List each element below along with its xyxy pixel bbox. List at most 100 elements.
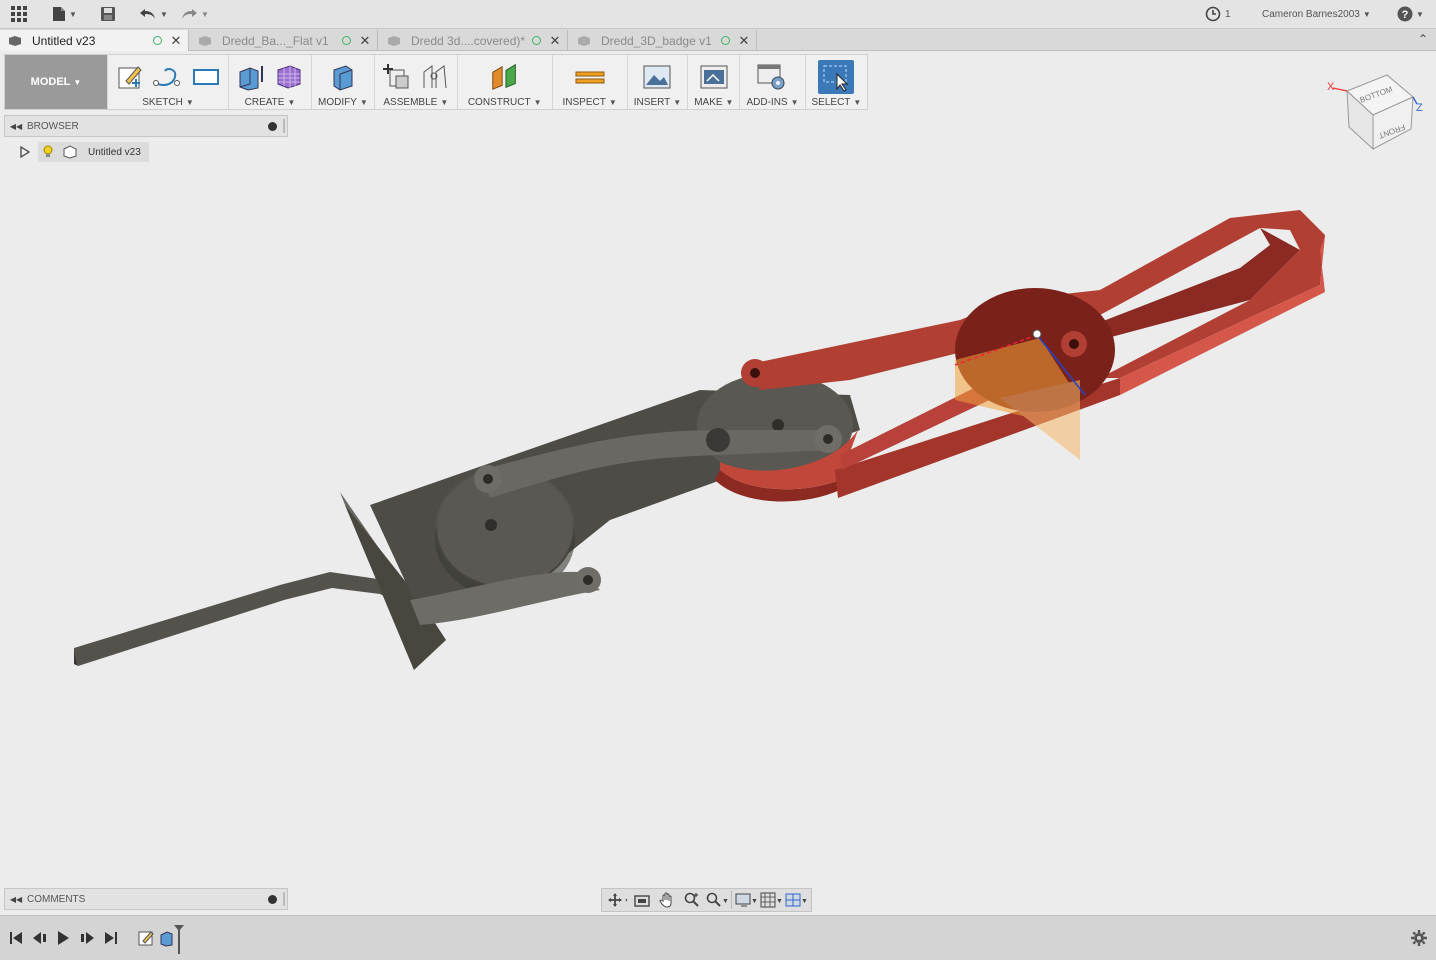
- close-icon[interactable]: ✕: [738, 33, 750, 49]
- browser-tree-root[interactable]: Untitled v23: [18, 142, 149, 162]
- grid-settings-button[interactable]: ▼: [760, 890, 782, 910]
- model-canvas[interactable]: [0, 51, 1436, 915]
- collapse-tabs-chevron-up-icon[interactable]: ⌃: [1418, 32, 1428, 46]
- display-settings-button[interactable]: ▼: [735, 890, 757, 910]
- extrude-feature-icon: [160, 931, 173, 947]
- nav-divider: [731, 891, 732, 909]
- user-menu[interactable]: Cameron Barnes2003 ▼: [1262, 4, 1371, 24]
- addins-menu[interactable]: ADD-INS ▼: [746, 97, 798, 108]
- inspect-menu[interactable]: INSPECT ▼: [563, 97, 617, 108]
- zoom-window-icon: ▼: [706, 892, 728, 907]
- joint-button[interactable]: [419, 61, 451, 93]
- measure-icon: [575, 71, 605, 84]
- redo-button[interactable]: ▼: [180, 4, 209, 24]
- tab-untitled-v23[interactable]: Untitled v23 ✕: [0, 30, 189, 51]
- main-toolbar: MODEL ▼ SKETCH ▼ CREATE ▼ MODIFY ▼ ASSEM…: [4, 54, 869, 110]
- image-icon: [643, 65, 671, 89]
- save-button[interactable]: [100, 4, 116, 24]
- construct-group: CONSTRUCT ▼: [456, 55, 552, 109]
- data-panel-button[interactable]: [10, 4, 28, 24]
- sketch-menu[interactable]: SKETCH ▼: [142, 97, 193, 108]
- document-tab-strip: Untitled v23 ✕ Dredd_Ba..._Flat v1 ✕ Dre…: [0, 29, 1436, 51]
- redo-icon: [182, 9, 197, 19]
- play-icon: [58, 931, 69, 945]
- look-at-icon: [634, 895, 650, 907]
- sync-status-icon: [532, 36, 541, 45]
- select-menu[interactable]: SELECT ▼: [812, 97, 862, 108]
- sync-status-icon: [153, 36, 162, 45]
- 3d-print-button[interactable]: [698, 61, 730, 93]
- user-name: Cameron Barnes2003: [1262, 8, 1360, 20]
- insert-image-button[interactable]: [641, 61, 673, 93]
- job-status-button[interactable]: 1: [1205, 4, 1231, 24]
- select-button[interactable]: [818, 60, 855, 94]
- make-menu[interactable]: MAKE ▼: [694, 97, 733, 108]
- chevron-down-icon: ▼: [69, 9, 77, 19]
- go-to-end-button[interactable]: [101, 928, 121, 948]
- close-icon[interactable]: ✕: [549, 33, 561, 49]
- line-button[interactable]: [152, 61, 184, 93]
- canvas-viewport[interactable]: BOTTOM FRONT X Z: [0, 51, 1436, 915]
- collapse-panel-icon[interactable]: ◀◀: [5, 895, 27, 904]
- clock-icon: [1205, 6, 1221, 22]
- rectangle-button[interactable]: [190, 61, 222, 93]
- addins-group: ADD-INS ▼: [739, 55, 804, 109]
- workspace-switcher[interactable]: MODEL ▼: [5, 55, 107, 109]
- offset-plane-button[interactable]: [489, 61, 521, 93]
- browser-panel-header[interactable]: ◀◀ BROWSER: [4, 115, 288, 137]
- look-at-button[interactable]: [631, 890, 653, 910]
- panel-resize-handle[interactable]: [283, 892, 285, 906]
- assemble-menu[interactable]: ASSEMBLE ▼: [383, 97, 448, 108]
- undo-button[interactable]: ▼: [139, 4, 168, 24]
- collapse-panel-icon[interactable]: ◀◀: [5, 122, 27, 131]
- new-component-button[interactable]: [381, 61, 413, 93]
- component-outline-icon: [63, 145, 77, 159]
- file-menu-button[interactable]: ▼: [52, 4, 77, 24]
- svg-text:▼: ▼: [722, 898, 728, 905]
- form-button[interactable]: [273, 61, 305, 93]
- tab-dredd-badge-flat[interactable]: Dredd_Ba..._Flat v1 ✕: [190, 30, 378, 51]
- zoom-icon: [684, 892, 699, 907]
- fit-button[interactable]: ▼: [706, 890, 728, 910]
- close-icon[interactable]: ✕: [170, 33, 182, 49]
- lightbulb-icon[interactable]: [42, 145, 54, 159]
- play-button[interactable]: [53, 928, 73, 948]
- construct-menu[interactable]: CONSTRUCT ▼: [468, 97, 542, 108]
- view-cube[interactable]: BOTTOM FRONT X Z: [1325, 71, 1425, 161]
- measure-button[interactable]: [574, 61, 606, 93]
- component-icon: [9, 35, 21, 46]
- insert-menu[interactable]: INSERT ▼: [634, 97, 681, 108]
- comments-panel-header[interactable]: ◀◀ COMMENTS: [4, 888, 288, 910]
- orbit-button[interactable]: ▼: [606, 890, 628, 910]
- create-sketch-button[interactable]: [114, 61, 146, 93]
- close-icon[interactable]: ✕: [359, 33, 371, 49]
- select-group: SELECT ▼: [804, 55, 868, 109]
- scripts-addins-button[interactable]: [756, 61, 788, 93]
- tab-dredd-3d-covered[interactable]: Dredd 3d....covered)* ✕: [379, 30, 568, 51]
- timeline-feature-sketch[interactable]: [136, 928, 156, 948]
- timeline-feature-extrude[interactable]: [158, 928, 178, 948]
- press-pull-button[interactable]: [327, 61, 359, 93]
- timeline-marker-handle-icon[interactable]: [174, 925, 184, 931]
- add-comment-icon[interactable]: [268, 894, 277, 904]
- tree-node-untitled[interactable]: Untitled v23: [38, 142, 149, 162]
- new-component-icon: [382, 64, 409, 89]
- panel-resize-handle[interactable]: [283, 119, 285, 133]
- modify-menu[interactable]: MODIFY ▼: [318, 97, 368, 108]
- viewports-button[interactable]: ▼: [785, 890, 807, 910]
- go-to-start-button[interactable]: [6, 928, 26, 948]
- panel-pin-icon[interactable]: [268, 121, 277, 131]
- timeline-bar: [0, 915, 1436, 960]
- help-menu[interactable]: ? ▼: [1397, 4, 1424, 24]
- tab-dredd-3d-badge[interactable]: Dredd_3D_badge v1 ✕: [569, 30, 757, 51]
- timeline-settings-button[interactable]: [1409, 928, 1429, 948]
- expand-triangle-icon[interactable]: [18, 145, 32, 159]
- gray-component[interactable]: [74, 373, 860, 670]
- step-forward-button[interactable]: [77, 928, 97, 948]
- create-menu[interactable]: CREATE ▼: [245, 97, 296, 108]
- extrude-button[interactable]: [235, 61, 267, 93]
- inspect-group: INSPECT ▼: [551, 55, 627, 109]
- pan-button[interactable]: [656, 890, 678, 910]
- step-back-button[interactable]: [30, 928, 50, 948]
- zoom-button[interactable]: [681, 890, 703, 910]
